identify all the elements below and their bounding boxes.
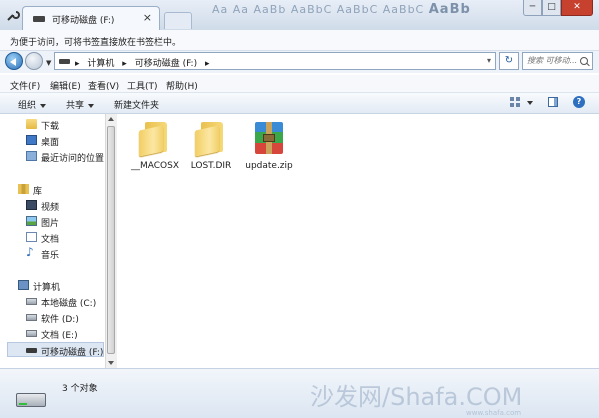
local-disk-icon <box>26 298 37 305</box>
navigation-pane: 下载 桌面 最近访问的位置 库 视频 图片 文档 音乐 <box>0 114 117 368</box>
wrench-icon[interactable] <box>6 8 20 22</box>
music-icon <box>26 245 37 259</box>
menu-tools[interactable]: 工具(T) <box>127 79 158 92</box>
drive-icon <box>59 59 70 64</box>
folder-icon <box>195 122 225 157</box>
pictures-icon <box>26 216 37 226</box>
drive-icon <box>26 330 37 337</box>
new-tab-button[interactable] <box>164 12 192 29</box>
new-folder-button[interactable]: 新建文件夹 <box>114 98 159 111</box>
tab-title: 可移动磁盘 (F:) <box>52 16 115 26</box>
menu-help[interactable]: 帮助(H) <box>166 79 198 92</box>
help-icon[interactable]: ? <box>573 96 585 108</box>
breadcrumb-removable-disk[interactable]: 可移动磁盘 (F:) <box>135 59 197 69</box>
command-bar: 组织 共享 新建文件夹 ? <box>0 93 599 114</box>
maximize-button[interactable]: □ <box>542 0 561 16</box>
recent-places-icon <box>26 151 37 161</box>
object-count: 3 个对象 <box>62 384 98 394</box>
desktop-icon <box>26 135 37 145</box>
scrollbar-thumb[interactable] <box>107 126 115 354</box>
breadcrumb: ▸ 计算机 ▸ 可移动磁盘 (F:) ▸ <box>75 56 215 69</box>
menu-edit[interactable]: 编辑(E) <box>50 79 81 92</box>
download-folder-icon <box>26 119 37 129</box>
window-controls: ─ □ ✕ <box>523 0 593 18</box>
breadcrumb-computer[interactable]: 计算机 <box>87 59 114 69</box>
minimize-button[interactable]: ─ <box>523 0 542 16</box>
file-list: __MACOSX LOST.DIR update.zip <box>117 114 599 368</box>
close-window-button[interactable]: ✕ <box>561 0 593 16</box>
computer-icon <box>18 280 29 290</box>
folder-icon <box>139 122 169 157</box>
details-pane: 3 个对象 沙发网/Shafa.COM www.shafa.com <box>0 368 599 418</box>
drive-icon <box>26 314 37 321</box>
usb-drive-icon <box>26 348 37 353</box>
menu-view[interactable]: 查看(V) <box>88 79 119 92</box>
title-bar: 可移动磁盘 (F:) × Aa Aa AaBb AaBbC AaBbC AaBb… <box>0 0 599 30</box>
search-box[interactable] <box>522 52 593 70</box>
breadcrumb-separator[interactable]: ▸ <box>122 59 127 69</box>
forward-button[interactable] <box>25 52 43 70</box>
preview-pane-icon[interactable] <box>548 97 558 107</box>
search-icon[interactable] <box>580 57 588 65</box>
file-name: LOST.DIR <box>190 161 232 171</box>
share-button[interactable]: 共享 <box>66 98 95 111</box>
breadcrumb-separator[interactable]: ▸ <box>75 59 80 69</box>
nav-scrollbar[interactable] <box>105 114 117 368</box>
recent-pages-dropdown[interactable]: ▼ <box>46 59 51 67</box>
bookmark-hint-bar: 为便于访问，可将书签直接放在书签栏中。 <box>0 30 599 51</box>
watermark-url: www.shafa.com <box>466 409 522 417</box>
tab-removable-disk[interactable]: 可移动磁盘 (F:) × <box>22 6 160 30</box>
usb-drive-icon <box>33 16 45 22</box>
menu-file[interactable]: 文件(F) <box>10 79 40 92</box>
usb-drive-icon <box>16 393 46 407</box>
chevron-down-icon <box>88 103 95 108</box>
scroll-up-arrow-icon[interactable] <box>108 117 114 121</box>
search-input[interactable] <box>527 54 579 67</box>
scroll-down-arrow-icon[interactable] <box>108 361 114 365</box>
close-tab-icon[interactable]: × <box>143 11 152 24</box>
back-button[interactable] <box>5 52 23 70</box>
explorer-window: 可移动磁盘 (F:) × Aa Aa AaBb AaBbC AaBbC AaBb… <box>0 0 599 418</box>
documents-icon <box>26 232 37 242</box>
library-icon <box>18 184 29 194</box>
watermark: 沙发网/Shafa.COM <box>310 383 523 411</box>
organize-button[interactable]: 组织 <box>18 98 47 111</box>
chevron-down-icon[interactable] <box>527 101 533 105</box>
file-item-lost-dir[interactable]: LOST.DIR <box>181 118 241 174</box>
zip-archive-icon <box>255 122 283 154</box>
address-dropdown[interactable]: ▾ <box>487 56 491 65</box>
file-item-macosx[interactable]: __MACOSX <box>125 118 185 182</box>
refresh-button[interactable]: ↻ <box>499 52 519 70</box>
address-row: ▼ ▸ 计算机 ▸ 可移动磁盘 (F:) ▸ ▾ ↻ <box>0 51 599 73</box>
view-options-icon[interactable] <box>510 97 520 107</box>
bookmark-hint-text: 为便于访问，可将书签直接放在书签栏中。 <box>10 38 182 48</box>
background-ribbon: Aa Aa AaBb AaBbC AaBbC AaBbC AaBb <box>212 2 471 17</box>
breadcrumb-separator[interactable]: ▸ <box>205 59 210 69</box>
menu-bar: 文件(F) 编辑(E) 查看(V) 工具(T) 帮助(H) <box>0 75 599 93</box>
file-name: update.zip <box>245 161 293 171</box>
file-item-update-zip[interactable]: update.zip <box>239 118 299 174</box>
chevron-down-icon <box>40 103 47 108</box>
file-name: __MACOSX <box>130 161 179 171</box>
address-bar[interactable]: ▸ 计算机 ▸ 可移动磁盘 (F:) ▸ ▾ <box>54 52 496 70</box>
video-icon <box>26 200 37 210</box>
